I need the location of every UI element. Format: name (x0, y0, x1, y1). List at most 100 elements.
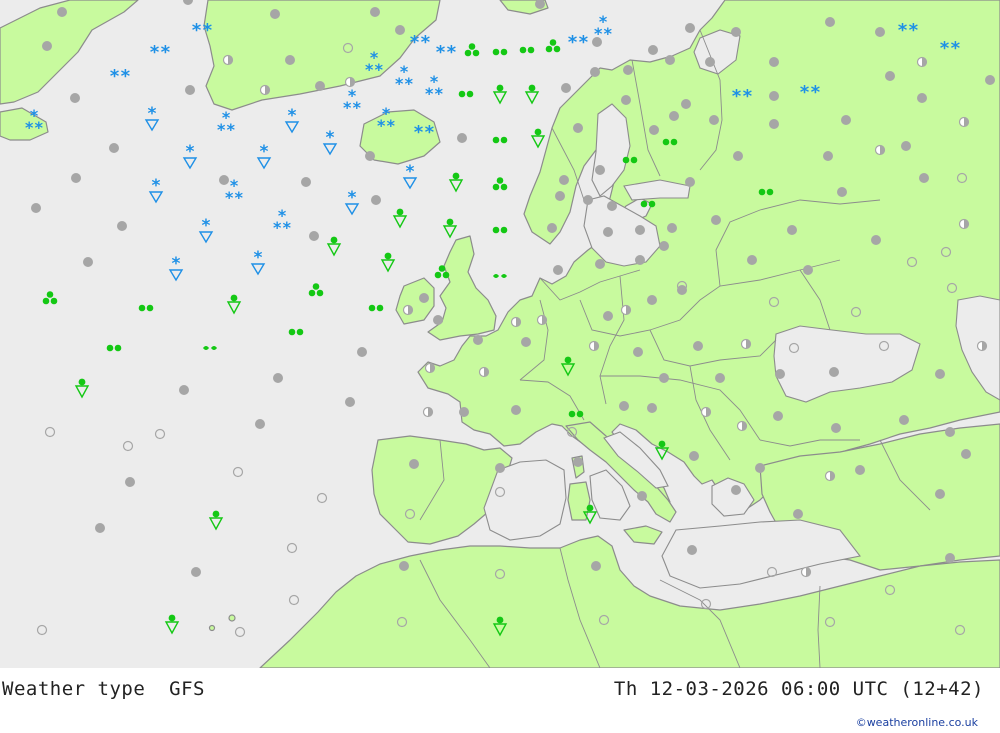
overcast-icon (793, 509, 803, 519)
overcast-icon (473, 335, 483, 345)
overcast-icon (775, 369, 785, 379)
credit-link[interactable]: ©weatheronline.co.uk (856, 716, 978, 729)
overcast-icon (985, 75, 995, 85)
overcast-icon (555, 191, 565, 201)
overcast-icon (71, 173, 81, 183)
island-1 (228, 614, 236, 622)
overcast-icon (559, 175, 569, 185)
overcast-icon (31, 203, 41, 213)
overcast-icon (573, 457, 583, 467)
partly-cloudy-icon (588, 340, 600, 352)
overcast-icon (689, 451, 699, 461)
partly-cloudy-icon (402, 304, 414, 316)
overcast-icon (837, 187, 847, 197)
overcast-icon (769, 91, 779, 101)
overcast-icon (109, 143, 119, 153)
partly-cloudy-icon (976, 340, 988, 352)
overcast-icon (885, 71, 895, 81)
overcast-icon (669, 111, 679, 121)
overcast-icon (457, 133, 467, 143)
overcast-icon (961, 449, 971, 459)
overcast-icon (345, 397, 355, 407)
overcast-icon (945, 553, 955, 563)
overcast-icon (419, 293, 429, 303)
product-title: Weather type GFS (2, 678, 205, 700)
overcast-icon (603, 227, 613, 237)
overcast-icon (399, 561, 409, 571)
partly-cloudy-icon (259, 84, 271, 96)
overcast-icon (901, 141, 911, 151)
overcast-icon (687, 545, 697, 555)
overcast-icon (285, 55, 295, 65)
weather-map: * ** * *** (0, 0, 1000, 668)
overcast-icon (755, 463, 765, 473)
partly-cloudy-icon (874, 144, 886, 156)
overcast-icon (829, 367, 839, 377)
overcast-icon (315, 81, 325, 91)
partly-cloudy-icon (422, 406, 434, 418)
overcast-icon (659, 373, 669, 383)
overcast-icon (553, 265, 563, 275)
heavy-snow-icon (799, 82, 821, 103)
overcast-icon (433, 315, 443, 325)
overcast-icon (547, 223, 557, 233)
overcast-icon (595, 165, 605, 175)
overcast-icon (370, 7, 380, 17)
overcast-icon (309, 231, 319, 241)
overcast-icon (409, 459, 419, 469)
overcast-icon (511, 405, 521, 415)
heavy-snow-icon (413, 122, 435, 143)
heavy-snow-icon (149, 42, 171, 63)
overcast-icon (179, 385, 189, 395)
overcast-icon (769, 119, 779, 129)
partly-cloudy-icon (916, 56, 928, 68)
overcast-icon (561, 83, 571, 93)
sardinia (567, 481, 591, 521)
partly-cloudy-icon (620, 304, 632, 316)
overcast-icon (917, 93, 927, 103)
overcast-icon (607, 201, 617, 211)
overcast-icon (945, 427, 955, 437)
overcast-icon (803, 265, 813, 275)
overcast-icon (875, 27, 885, 37)
overcast-icon (459, 407, 469, 417)
overcast-icon (590, 67, 600, 77)
overcast-icon (731, 27, 741, 37)
partly-cloudy-icon (424, 362, 436, 374)
overcast-icon (635, 225, 645, 235)
overcast-icon (591, 561, 601, 571)
overcast-icon (831, 423, 841, 433)
partly-cloudy-icon (736, 420, 748, 432)
valid-time: Th 12-03-2026 06:00 UTC (12+42) (613, 678, 984, 700)
overcast-icon (301, 177, 311, 187)
partly-cloudy-icon (700, 406, 712, 418)
heavy-snow-icon (109, 66, 131, 87)
overcast-icon (733, 151, 743, 161)
overcast-icon (595, 259, 605, 269)
overcast-icon (899, 415, 909, 425)
overcast-icon (623, 65, 633, 75)
map-footer: Weather type GFS Th 12-03-2026 06:00 UTC… (0, 668, 1000, 733)
partly-cloudy-icon (824, 470, 836, 482)
overcast-icon (270, 9, 280, 19)
overcast-icon (855, 465, 865, 475)
overcast-icon (731, 485, 741, 495)
overcast-icon (659, 241, 669, 251)
island-2 (208, 624, 216, 632)
overcast-icon (823, 151, 833, 161)
overcast-icon (935, 369, 945, 379)
partly-cloudy-icon (222, 54, 234, 66)
overcast-icon (255, 419, 265, 429)
overcast-icon (633, 347, 643, 357)
overcast-icon (747, 255, 757, 265)
overcast-icon (919, 173, 929, 183)
overcast-icon (647, 403, 657, 413)
overcast-icon (583, 195, 593, 205)
overcast-icon (95, 523, 105, 533)
overcast-icon (871, 235, 881, 245)
overcast-icon (769, 57, 779, 67)
partly-cloudy-icon (478, 366, 490, 378)
overcast-icon (649, 125, 659, 135)
overcast-icon (681, 99, 691, 109)
overcast-icon (648, 45, 658, 55)
